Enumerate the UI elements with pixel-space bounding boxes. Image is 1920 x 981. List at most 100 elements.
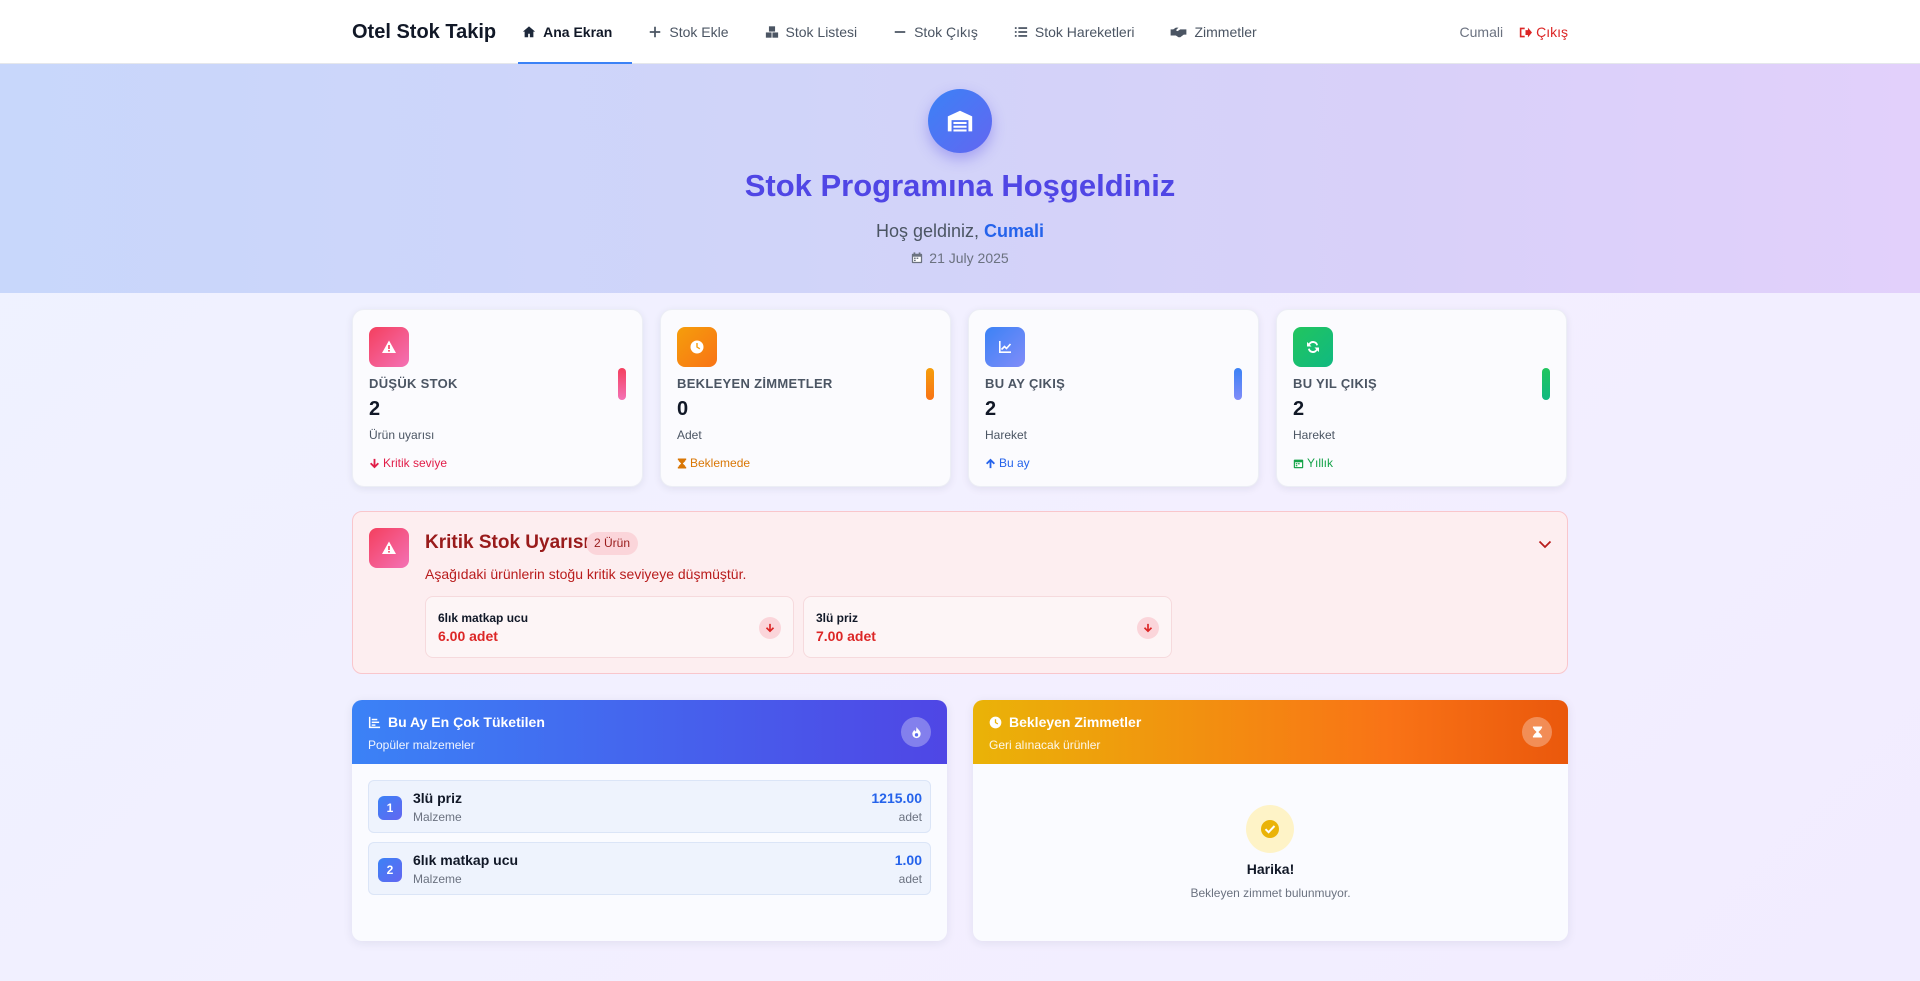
stat-subtitle: Ürün uyarısı [369,428,435,442]
stat-note-text: Kritik seviye [383,456,448,470]
stat-value: 2 [985,398,997,420]
stat-card-yearly-out[interactable]: BU YIL ÇIKIŞ 2 Hareket Yıllık [1276,309,1567,487]
arrow-up-icon [986,458,995,468]
list-icon [1014,27,1028,37]
hourglass-icon [1522,717,1552,747]
chevron-down-icon[interactable] [1537,536,1553,552]
item-type: Malzeme [413,810,462,824]
check-circle-icon [1246,805,1294,853]
panel-header: Bekleyen Zimmetler Geri alınacak ürünler [973,700,1568,764]
arrow-down-icon [759,617,781,639]
item-name: 6lık matkap ucu [413,852,519,868]
list-item[interactable]: 2 6lık matkap ucu Malzeme 1.00 adet [368,842,931,895]
page-title: Stok Programına Hoşgeldiniz [744,168,1176,203]
item-name: 3lü priz [413,790,463,806]
stat-value: 2 [1293,398,1305,420]
nav-item-stok-listesi[interactable]: Stok Listesi [761,0,878,64]
welcome-text: Hoş geldiniz, Cumali [0,221,1920,242]
bar-chart-icon [368,716,381,728]
logout-label: Çıkış [1536,24,1568,40]
stat-note-text: Yıllık [1307,456,1334,470]
list-item[interactable]: 1 3lü priz Malzeme 1215.00 adet [368,780,931,833]
critical-item-qty: 6.00 adet [438,628,498,644]
stat-card-pending-assignments[interactable]: BEKLEYEN ZİMMETLER 0 Adet Beklemede [660,309,951,487]
nav-item-stok-ekle[interactable]: Stok Ekle [644,0,748,64]
calendar-icon [1293,459,1304,468]
plus-icon [650,26,661,38]
critical-item-qty: 7.00 adet [816,628,876,644]
item-unit: adet [898,872,922,886]
welcome-hero: Stok Programına Hoşgeldiniz Hoş geldiniz… [0,64,1920,293]
logout-button[interactable]: Çıkış [1519,24,1568,40]
nav-item-label: Ana Ekran [543,24,613,40]
stat-accent-bar [926,368,934,400]
critical-item-name: 3lü priz [816,611,859,625]
nav-item-label: Stok Çıkış [914,24,978,40]
nav-item-stok-hareketleri[interactable]: Stok Hareketleri [1010,0,1155,64]
panel-title-text: Bu Ay En Çok Tüketilen [388,714,545,730]
current-date: 21 July 2025 [0,250,1920,266]
arrow-down-icon [370,458,379,468]
nav-links: Ana Ekran Stok Ekle Stok Listesi Stok Çı… [518,0,1277,64]
refresh-icon [1293,327,1333,367]
welcome-username: Cumali [984,221,1045,241]
brand-logo[interactable]: Otel Stok Takip [352,21,496,44]
item-unit: adet [898,810,922,824]
alert-count-badge: 2 Ürün [586,532,639,555]
empty-state-description: Bekleyen zimmet bulunmuyor. [1190,886,1351,900]
stat-accent-bar [1234,368,1242,400]
nav-item-ana-ekran[interactable]: Ana Ekran [518,0,633,64]
stat-note: Bu ay [985,456,1030,470]
chart-line-icon [985,327,1025,367]
panel-subtitle: Popüler malzemeler [368,738,475,752]
stat-subtitle: Adet [677,428,702,442]
stat-subtitle: Hareket [1293,428,1336,442]
rank-badge: 2 [378,858,402,882]
alert-title: Kritik Stok Uyarısı [425,532,589,553]
panel-title: Bu Ay En Çok Tüketilen [368,714,545,730]
panel-title-text: Bekleyen Zimmetler [1009,714,1142,730]
top-consumed-panel: Bu Ay En Çok Tüketilen Popüler malzemele… [352,700,947,941]
stat-note: Yıllık [1293,456,1333,470]
item-type: Malzeme [413,872,462,886]
date-text: 21 July 2025 [929,250,1009,266]
warning-icon [369,528,409,568]
nav-item-stok-cikis[interactable]: Stok Çıkış [889,0,998,64]
rank-badge: 1 [378,796,402,820]
panel-header: Bu Ay En Çok Tüketilen Popüler malzemele… [352,700,947,764]
empty-state-title: Harika! [1246,861,1295,877]
stat-note-text: Bu ay [999,456,1030,470]
clock-icon [989,716,1002,728]
stat-card-monthly-out[interactable]: BU AY ÇIKIŞ 2 Hareket Bu ay [968,309,1259,487]
critical-item[interactable]: 6lık matkap ucu 6.00 adet [425,596,794,658]
minus-icon [894,31,906,33]
home-icon [522,26,536,38]
critical-stock-alert: Kritik Stok Uyarısı 2 Ürün Aşağıdaki ürü… [352,511,1568,674]
stat-accent-bar [1542,368,1550,400]
nav-item-label: Stok Ekle [669,24,729,40]
clock-icon [677,327,717,367]
nav-username: Cumali [1459,24,1504,40]
nav-item-zimmetler[interactable]: Zimmetler [1166,0,1276,64]
sign-out-icon [1519,27,1533,37]
warehouse-icon [928,89,992,153]
nav-item-label: Stok Listesi [785,24,858,40]
stat-note: Kritik seviye [369,456,447,470]
fire-icon [901,717,931,747]
stat-subtitle: Hareket [985,428,1028,442]
arrow-down-icon [1137,617,1159,639]
stat-value: 0 [677,398,689,420]
stat-note: Beklemede [677,456,750,470]
critical-item[interactable]: 3lü priz 7.00 adet [803,596,1172,658]
stat-note-text: Beklemede [690,456,751,470]
stat-card-low-stock[interactable]: DÜŞÜK STOK 2 Ürün uyarısı Kritik seviye [352,309,643,487]
boxes-icon [765,26,778,38]
alert-description: Aşağıdaki ürünlerin stoğu kritik seviyey… [425,566,747,582]
item-amount: 1215.00 [871,790,922,806]
stat-label: BU YIL ÇIKIŞ [1293,376,1378,391]
hourglass-icon [677,458,687,468]
panel-title: Bekleyen Zimmetler [989,714,1141,730]
calendar-icon [912,252,923,264]
top-navbar: Otel Stok Takip Ana Ekran Stok Ekle Stok… [0,0,1920,64]
item-amount: 1.00 [894,852,922,868]
